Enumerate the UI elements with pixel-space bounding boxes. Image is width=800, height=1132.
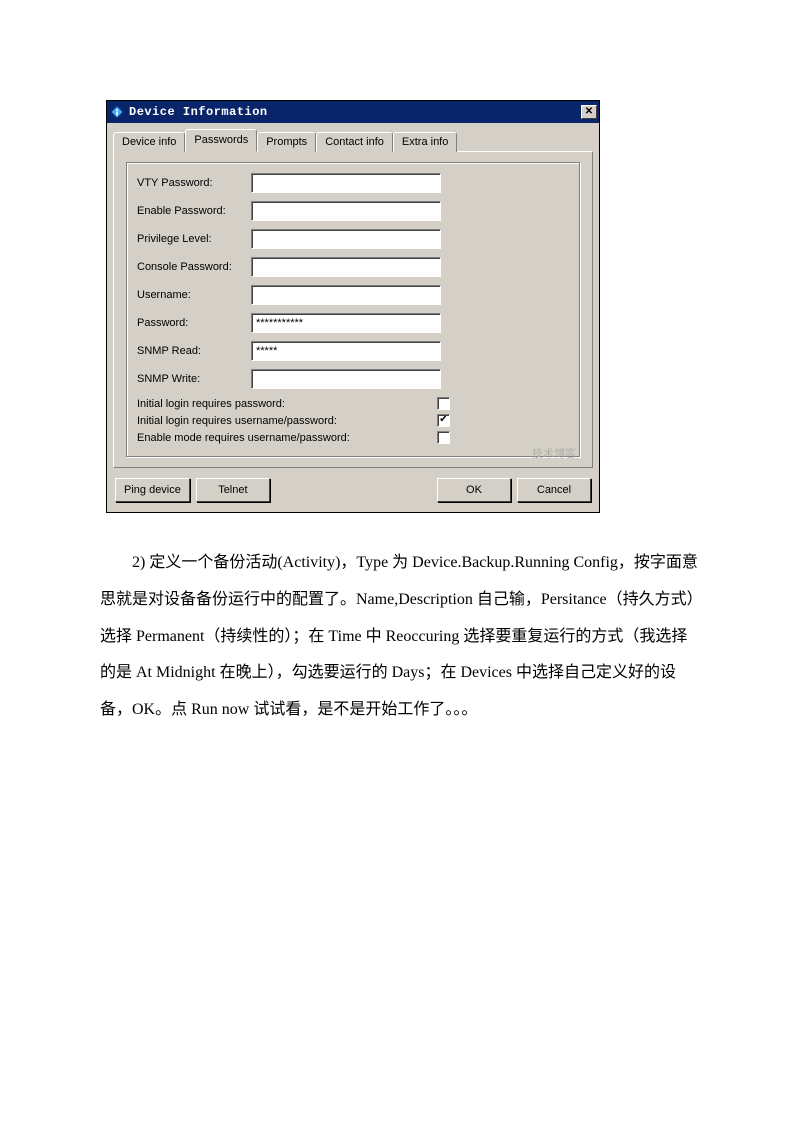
article-paragraph-text: 2) 定义一个备份活动(Activity)，Type 为 Device.Back… (100, 554, 698, 718)
initial-login-password-label: Initial login requires password: (137, 398, 437, 410)
privilege-level-label: Privilege Level: (137, 233, 251, 245)
check-row: Initial login requires username/password… (137, 414, 569, 427)
console-password-label: Console Password: (137, 261, 251, 273)
snmp-read-label: SNMP Read: (137, 345, 251, 357)
check-row: Enable mode requires username/password: (137, 431, 569, 444)
vty-password-label: VTY Password: (137, 177, 251, 189)
enable-mode-userpass-checkbox[interactable] (437, 431, 450, 444)
enable-mode-userpass-label: Enable mode requires username/password: (137, 432, 437, 444)
dialog-icon (109, 104, 125, 120)
console-password-input[interactable] (251, 257, 441, 277)
snmp-read-input[interactable] (251, 341, 441, 361)
ping-device-button[interactable]: Ping device (115, 478, 190, 502)
enable-password-input[interactable] (251, 201, 441, 221)
button-bar: Ping device Telnet OK Cancel (107, 472, 599, 512)
telnet-button[interactable]: Telnet (196, 478, 270, 502)
button-spacer (276, 478, 431, 502)
dialog-titlebar: Device Information ✕ (107, 101, 599, 123)
fields-frame: VTY Password: Enable Password: Privilege… (126, 162, 580, 457)
snmp-write-input[interactable] (251, 369, 441, 389)
device-information-dialog: Device Information ✕ Device info Passwor… (106, 100, 600, 513)
tab-panel-passwords: VTY Password: Enable Password: Privilege… (113, 151, 593, 468)
field-row: Password: (137, 313, 569, 333)
article-paragraph: 2) 定义一个备份活动(Activity)，Type 为 Device.Back… (100, 545, 700, 729)
initial-login-password-checkbox[interactable] (437, 397, 450, 410)
tab-extra-info[interactable]: Extra info (393, 132, 457, 152)
field-row: Console Password: (137, 257, 569, 277)
enable-password-label: Enable Password: (137, 205, 251, 217)
ok-button[interactable]: OK (437, 478, 511, 502)
dialog-title: Device Information (129, 105, 581, 119)
tab-prompts[interactable]: Prompts (257, 132, 316, 152)
password-input[interactable] (251, 313, 441, 333)
field-row: VTY Password: (137, 173, 569, 193)
field-row: SNMP Read: (137, 341, 569, 361)
field-row: SNMP Write: (137, 369, 569, 389)
tab-passwords[interactable]: Passwords (185, 129, 257, 152)
privilege-level-input[interactable] (251, 229, 441, 249)
field-row: Enable Password: (137, 201, 569, 221)
tab-strip: Device info Passwords Prompts Contact in… (113, 129, 593, 152)
field-row: Privilege Level: (137, 229, 569, 249)
initial-login-userpass-label: Initial login requires username/password… (137, 415, 437, 427)
tab-contact-info[interactable]: Contact info (316, 132, 393, 152)
tab-device-info[interactable]: Device info (113, 132, 185, 152)
snmp-write-label: SNMP Write: (137, 373, 251, 385)
field-row: Username: (137, 285, 569, 305)
username-input[interactable] (251, 285, 441, 305)
initial-login-userpass-checkbox[interactable]: ✔ (437, 414, 450, 427)
close-button[interactable]: ✕ (581, 105, 597, 119)
cancel-button[interactable]: Cancel (517, 478, 591, 502)
username-label: Username: (137, 289, 251, 301)
password-label: Password: (137, 317, 251, 329)
article-body: 2) 定义一个备份活动(Activity)，Type 为 Device.Back… (100, 545, 700, 729)
vty-password-input[interactable] (251, 173, 441, 193)
tab-container: Device info Passwords Prompts Contact in… (107, 123, 599, 472)
check-row: Initial login requires password: (137, 397, 569, 410)
